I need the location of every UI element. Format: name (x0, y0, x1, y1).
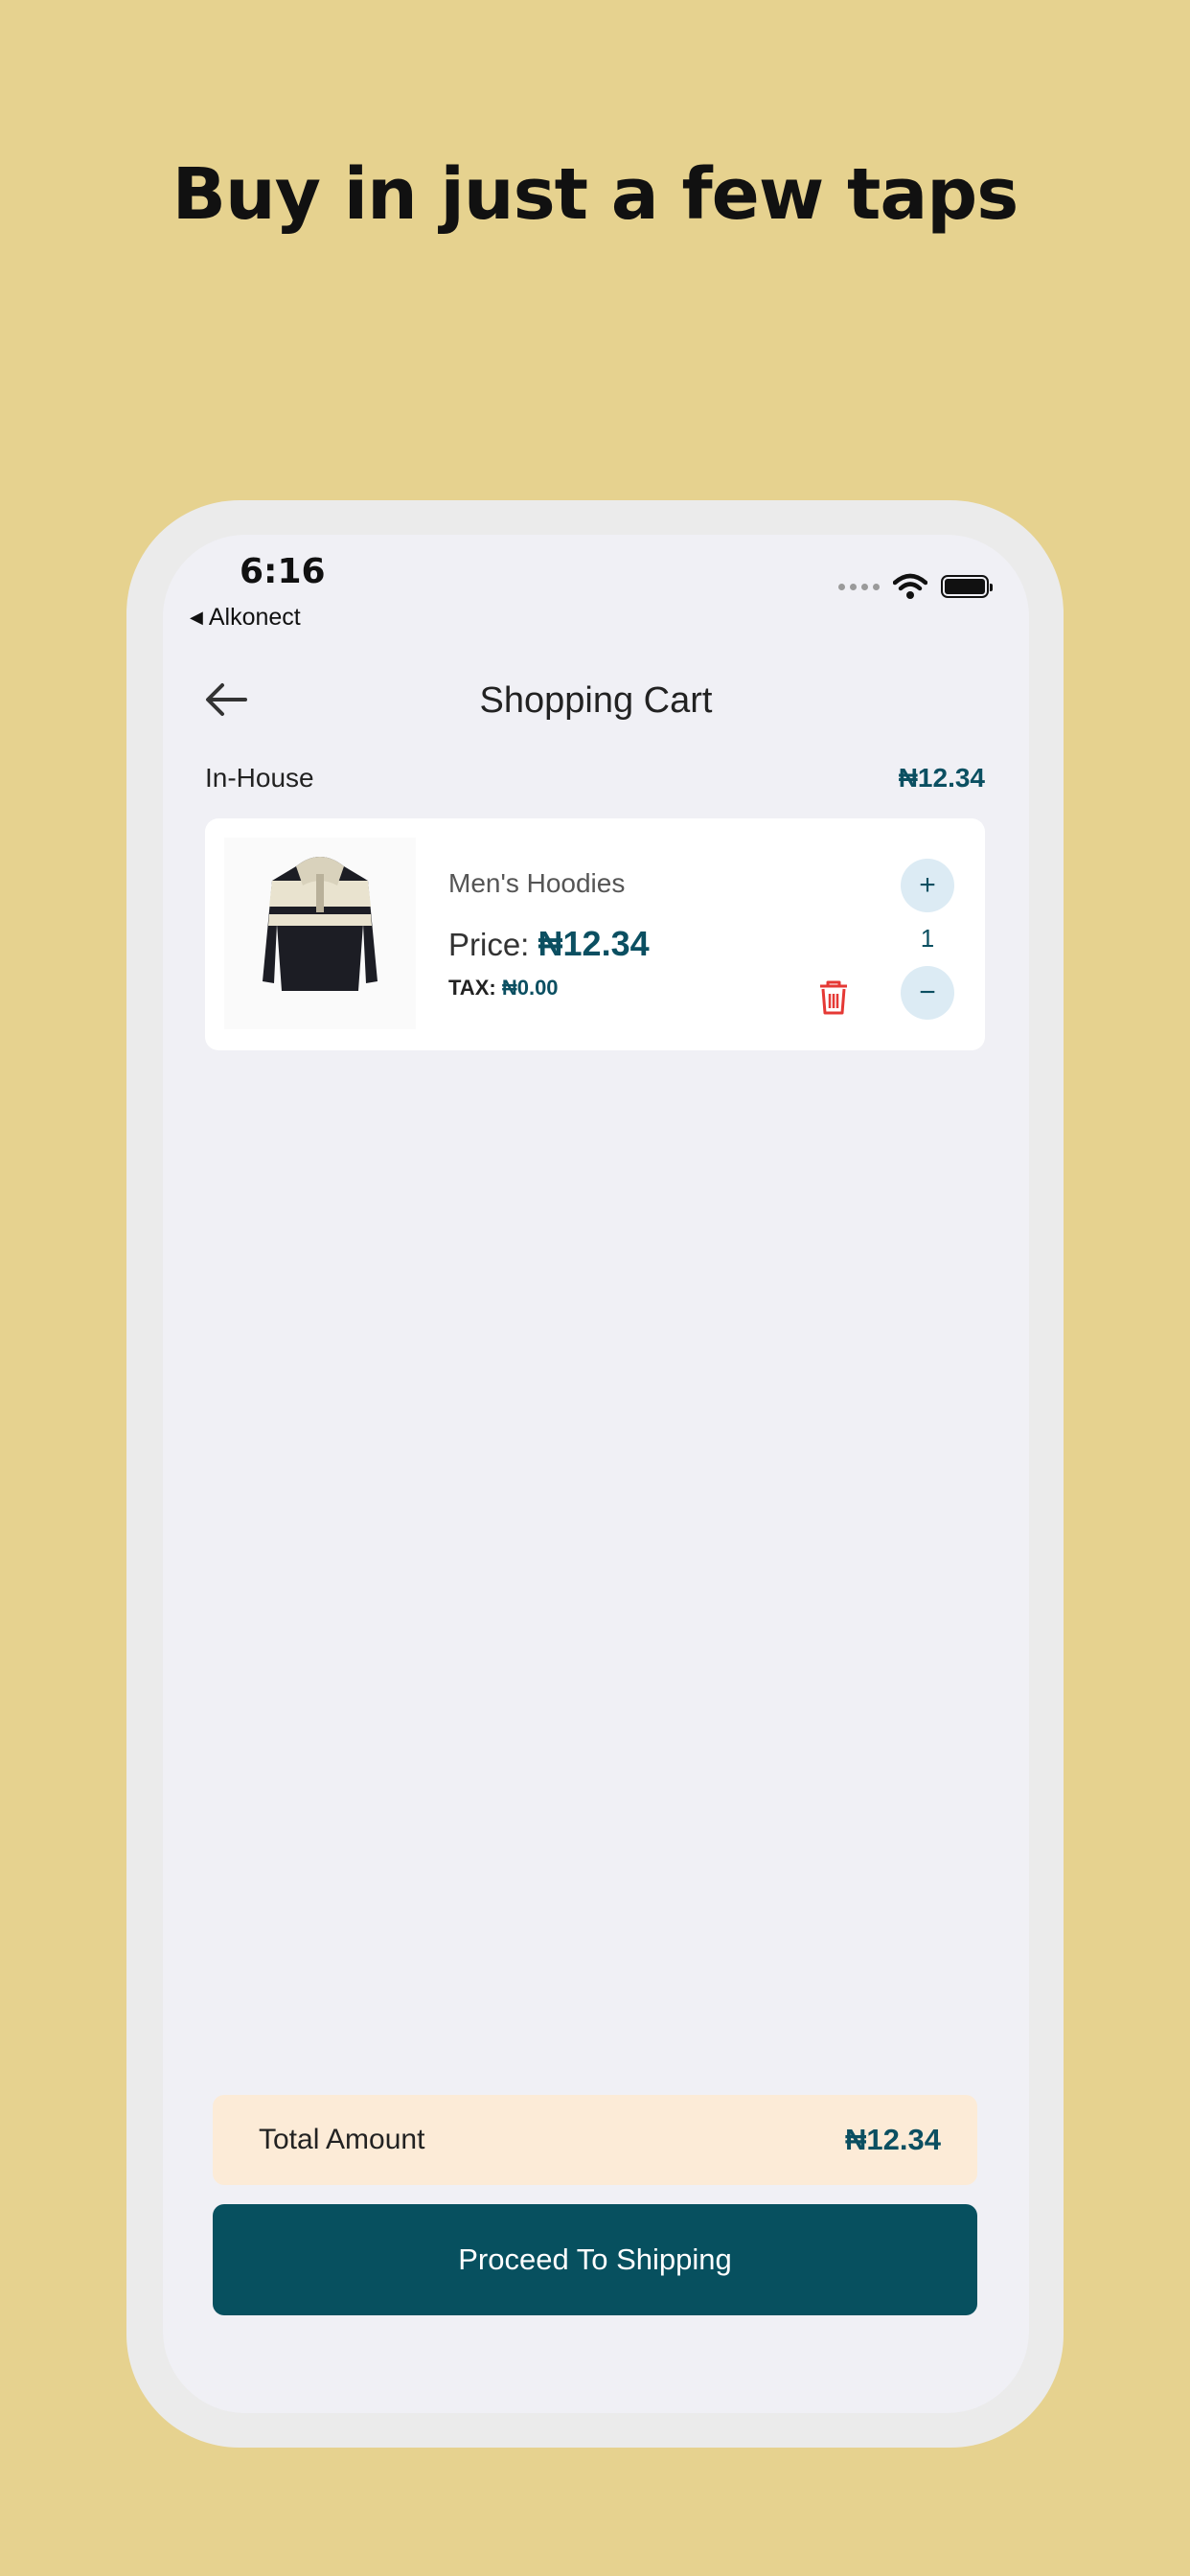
seller-subtotal: ₦12.34 (898, 763, 985, 793)
status-time: 6:16 (240, 552, 326, 591)
total-value: ₦12.34 (845, 2123, 941, 2156)
product-price: Price: ₦12.34 (448, 924, 650, 964)
total-amount-bar: Total Amount ₦12.34 (213, 2095, 977, 2185)
seller-name: In-House (205, 763, 314, 793)
price-value: ₦12.34 (538, 924, 650, 963)
back-to-app-link[interactable]: ◀ Alkonect (190, 604, 301, 632)
back-app-label: Alkonect (208, 604, 301, 631)
hoodie-image (224, 838, 416, 1029)
status-indicators (838, 573, 993, 600)
trash-icon[interactable] (812, 976, 855, 1018)
quantity-increase-button[interactable]: + (901, 859, 954, 912)
price-label: Price: (448, 927, 530, 962)
quantity-value: 1 (920, 924, 935, 953)
product-image[interactable] (224, 838, 416, 1029)
page-title: Shopping Cart (479, 680, 713, 721)
phone-screen: 6:16 ◀ Alkonect Shopping Cart In-House ₦… (163, 535, 1029, 2413)
seller-section-header: In-House ₦12.34 (205, 763, 985, 794)
tax-label: TAX: (448, 976, 496, 1000)
tax-value: ₦0.00 (501, 976, 559, 1000)
product-name: Men's Hoodies (448, 868, 626, 898)
battery-icon (941, 575, 993, 598)
product-tax: TAX: ₦0.00 (448, 976, 559, 1000)
total-label: Total Amount (259, 2124, 425, 2155)
marketing-headline: Buy in just a few taps (172, 153, 1019, 236)
wifi-icon (893, 573, 927, 599)
back-triangle-icon: ◀ (190, 608, 203, 627)
quantity-decrease-button[interactable]: − (901, 966, 954, 1020)
signal-dots-icon (838, 583, 880, 590)
cart-item-card: Men's Hoodies Price: ₦12.34 TAX: ₦0.00 +… (205, 818, 985, 1050)
proceed-to-shipping-button[interactable]: Proceed To Shipping (213, 2204, 977, 2315)
